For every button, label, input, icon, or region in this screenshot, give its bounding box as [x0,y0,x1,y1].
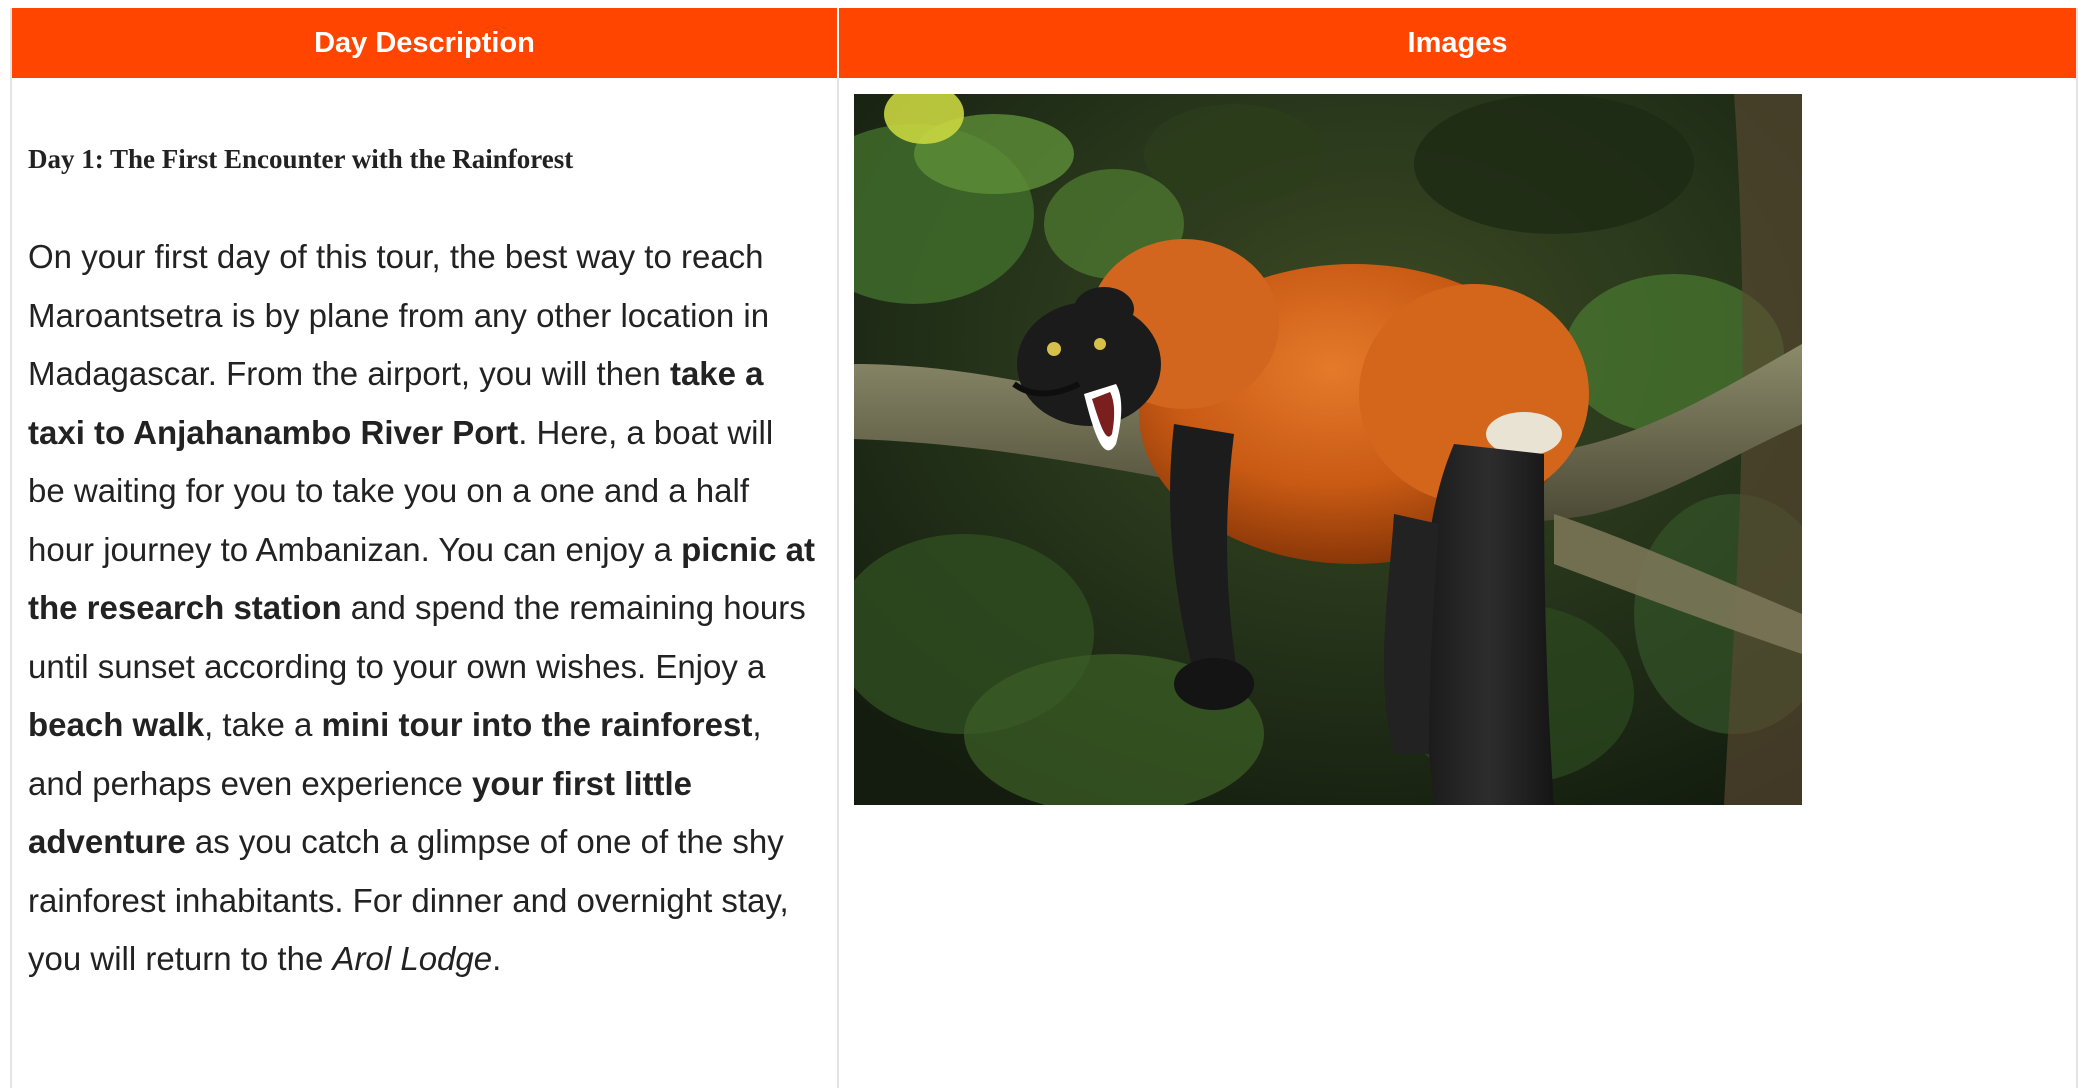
header-day-description: Day Description [12,8,839,78]
day-text-segment: , take a [204,706,322,743]
lemur-photo-illustration [854,94,1802,805]
header-images: Images [1407,26,1508,59]
table-header-row: Day Description Images [12,8,2076,78]
table-row: Day 1: The First Encounter with the Rain… [12,78,2076,1088]
lemur-photo [854,94,1802,805]
day-description-cell: Day 1: The First Encounter with the Rain… [12,78,839,1088]
images-cell [839,78,2076,1088]
day-text-segment: mini tour into the rainforest [321,706,753,743]
day-description-text: On your first day of this tour, the best… [28,228,818,989]
day-text-segment: . [492,940,502,977]
day-text-segment: Arol Lodge [332,940,493,977]
day-text-segment: On your first day of this tour, the best… [28,238,770,392]
day-title: Day 1: The First Encounter with the Rain… [28,144,574,174]
day-text-segment: beach walk [28,706,205,743]
itinerary-table: Day Description Images Day 1: The First … [10,8,2078,1088]
